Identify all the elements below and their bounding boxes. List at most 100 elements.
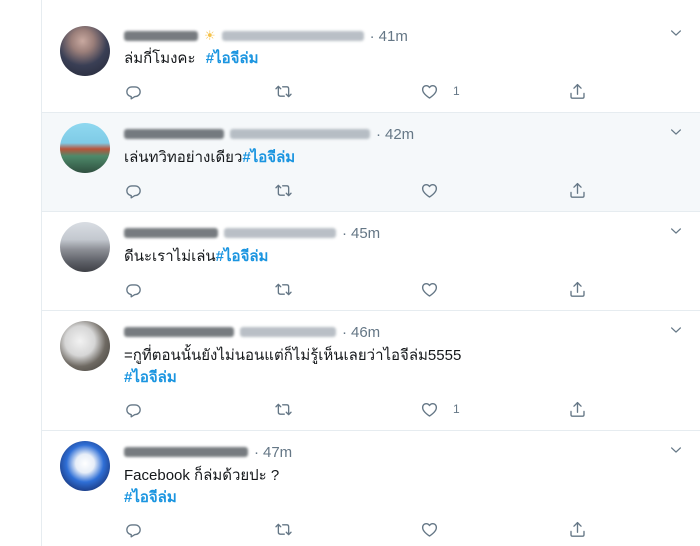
timestamp[interactable]: 47m <box>263 444 292 461</box>
chevron-down-icon[interactable] <box>669 443 683 457</box>
retweet-icon <box>274 181 293 200</box>
tweet-text: ล่มกี่โมงคะ #ไอจีล่ม <box>124 48 258 70</box>
tweet-header: ☀ · 41m <box>124 26 408 46</box>
reply-icon <box>124 181 143 200</box>
share-button[interactable] <box>568 519 587 539</box>
share-icon <box>568 520 587 539</box>
reply-button[interactable] <box>124 519 143 539</box>
like-button[interactable] <box>420 519 453 539</box>
like-count: 1 <box>453 84 460 98</box>
tweet-actions: 1 <box>124 81 584 101</box>
tweet-body: ดีนะเราไม่เล่น <box>124 248 216 265</box>
display-name[interactable] <box>124 228 218 238</box>
timestamp[interactable]: 46m <box>351 324 380 341</box>
avatar[interactable] <box>60 123 110 173</box>
hashtag-link[interactable]: #ไอจีล่ม <box>206 50 259 67</box>
display-name[interactable] <box>124 129 224 139</box>
avatar[interactable] <box>60 441 110 491</box>
separator-dot: · <box>369 27 375 45</box>
chevron-down-icon[interactable] <box>669 323 683 337</box>
chevron-down-icon[interactable] <box>669 125 683 139</box>
tweet-header: · 47m <box>124 442 292 462</box>
retweet-button[interactable] <box>274 180 293 200</box>
tweet[interactable]: · 47m Facebook ก็ล่มด้วยปะ ? #ไอจีล่ม <box>42 431 700 546</box>
username[interactable] <box>224 228 336 238</box>
timestamp[interactable]: 42m <box>385 126 414 143</box>
avatar[interactable] <box>60 222 110 272</box>
separator-dot: · <box>342 224 347 242</box>
tweet-actions <box>124 279 584 299</box>
display-name[interactable] <box>124 327 234 337</box>
tweet-text: =กูที่ตอนนั้นยังไม่นอนแต่ก็ไม่รู้เห็นเลย… <box>124 345 461 389</box>
share-icon <box>568 82 587 101</box>
username[interactable] <box>221 31 364 41</box>
hashtag-link[interactable]: #ไอจีล่ม <box>242 149 295 166</box>
retweet-icon <box>274 400 293 419</box>
like-button[interactable]: 1 <box>420 81 460 101</box>
reply-button[interactable] <box>124 399 143 419</box>
timeline: ☀ · 41m ล่มกี่โมงคะ #ไอจีล่ม 1 · 42m เล่… <box>41 0 700 546</box>
reply-button[interactable] <box>124 180 143 200</box>
tweet-header: · 46m <box>124 322 380 342</box>
reply-icon <box>124 280 143 299</box>
tweet-header: · 45m <box>124 223 380 243</box>
share-button[interactable] <box>568 399 587 419</box>
reply-button[interactable] <box>124 81 143 101</box>
like-button[interactable]: 1 <box>420 399 460 419</box>
retweet-button[interactable] <box>274 399 293 419</box>
timestamp[interactable]: 41m <box>379 28 408 45</box>
tweet[interactable]: · 46m =กูที่ตอนนั้นยังไม่นอนแต่ก็ไม่รู้เ… <box>42 311 700 431</box>
share-button[interactable] <box>568 81 587 101</box>
hashtag-link[interactable]: #ไอจีล่ม <box>124 487 279 509</box>
retweet-icon <box>274 82 293 101</box>
reply-button[interactable] <box>124 279 143 299</box>
username[interactable] <box>230 129 370 139</box>
tweet-body: =กูที่ตอนนั้นยังไม่นอนแต่ก็ไม่รู้เห็นเลย… <box>124 347 462 364</box>
username[interactable] <box>240 327 336 337</box>
like-button[interactable] <box>420 180 453 200</box>
like-button[interactable] <box>420 279 453 299</box>
separator-dot: · <box>254 443 259 461</box>
heart-icon <box>420 82 439 101</box>
tweet-text: ดีนะเราไม่เล่น#ไอจีล่ม <box>124 246 268 268</box>
tweet[interactable]: ☀ · 41m ล่มกี่โมงคะ #ไอจีล่ม 1 <box>42 12 700 113</box>
tweet[interactable]: · 45m ดีนะเราไม่เล่น#ไอจีล่ม <box>42 212 700 311</box>
tweet-text: เล่นทวิทอย่างเดียว#ไอจีล่ม <box>124 147 295 169</box>
timestamp[interactable]: 45m <box>351 225 380 242</box>
hashtag-link[interactable]: #ไอจีล่ม <box>124 367 461 389</box>
tweet-header: · 42m <box>124 124 414 144</box>
reply-icon <box>124 520 143 539</box>
separator-dot: · <box>376 125 381 143</box>
retweet-button[interactable] <box>274 81 293 101</box>
tweet-text: Facebook ก็ล่มด้วยปะ ? #ไอจีล่ม <box>124 465 279 509</box>
share-icon <box>568 400 587 419</box>
tweet-body: Facebook ก็ล่มด้วยปะ ? <box>124 467 280 484</box>
separator-dot: · <box>342 323 347 341</box>
display-name[interactable] <box>124 447 248 457</box>
tweet-actions: 1 <box>124 399 584 419</box>
heart-icon <box>420 400 439 419</box>
display-name[interactable] <box>124 31 198 41</box>
heart-icon <box>420 181 439 200</box>
share-icon <box>568 280 587 299</box>
heart-icon <box>420 520 439 539</box>
tweet-body: ล่มกี่โมงคะ <box>124 50 196 67</box>
retweet-button[interactable] <box>274 519 293 539</box>
reply-icon <box>124 400 143 419</box>
heart-icon <box>420 280 439 299</box>
chevron-down-icon[interactable] <box>669 224 683 238</box>
tweet[interactable]: · 42m เล่นทวิทอย่างเดียว#ไอจีล่ม <box>42 113 700 212</box>
avatar[interactable] <box>60 321 110 371</box>
hashtag-link[interactable]: #ไอจีล่ม <box>216 248 269 265</box>
retweet-icon <box>274 520 293 539</box>
chevron-down-icon[interactable] <box>669 26 683 40</box>
like-count: 1 <box>453 402 460 416</box>
tweet-body: เล่นทวิทอย่างเดียว <box>124 149 243 166</box>
avatar[interactable] <box>60 26 110 76</box>
tweet-actions <box>124 180 584 200</box>
share-icon <box>568 181 587 200</box>
share-button[interactable] <box>568 180 587 200</box>
share-button[interactable] <box>568 279 587 299</box>
sun-emoji-icon: ☀ <box>204 28 216 43</box>
retweet-button[interactable] <box>274 279 293 299</box>
